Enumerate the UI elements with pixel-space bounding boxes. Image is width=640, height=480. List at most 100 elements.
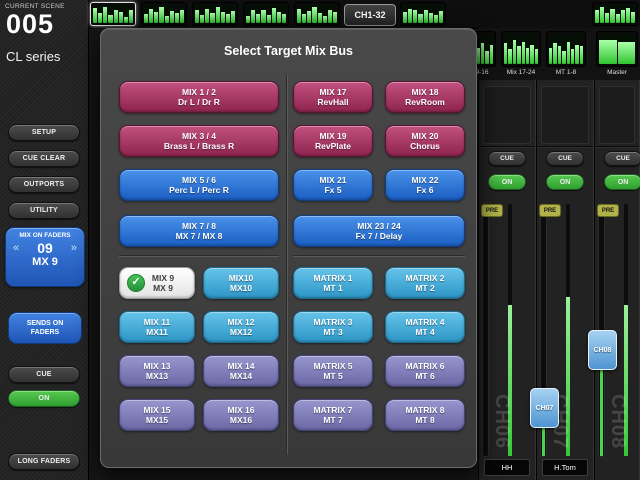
channel-on-button[interactable]: ON (604, 174, 640, 190)
bank-nav-block[interactable]: Mix 17-24 (501, 31, 541, 76)
channel-on-button[interactable]: ON (546, 174, 584, 190)
sends-on-faders-button[interactable]: SENDS ON FADERS (8, 312, 82, 344)
meter-level (477, 48, 480, 65)
mix-prev-arrow-icon[interactable]: « (13, 241, 19, 255)
meter-level (626, 8, 630, 23)
mix-button[interactable]: MIX 11MX11 (119, 311, 195, 343)
mix-button[interactable]: MIX 15MX15 (119, 399, 195, 431)
meter-bar (599, 34, 617, 64)
meter-level (562, 51, 565, 65)
fader-knob[interactable]: CH07 (530, 388, 559, 428)
meter-bar (251, 5, 255, 23)
long-faders-button[interactable]: LONG FADERS (8, 453, 80, 470)
mix-button[interactable]: MIX10MX10 (203, 267, 279, 299)
meter-bar (307, 5, 311, 23)
fader-track[interactable] (483, 204, 488, 456)
bank-nav-block[interactable]: MT 1-8 (546, 31, 586, 76)
input-meter-group[interactable] (243, 2, 289, 26)
outports-button[interactable]: OUTPORTS (8, 176, 80, 193)
meter-bar (277, 5, 281, 23)
mix-button[interactable]: MIX 22Fx 6 (385, 169, 465, 201)
on-button[interactable]: ON (8, 390, 80, 407)
input-meter-group[interactable] (294, 2, 340, 26)
mix-button-name: RevHall (317, 97, 348, 107)
matrix-button[interactable]: MATRIX 1MT 1 (293, 267, 373, 299)
bank-select-button[interactable]: CH1-32 (344, 4, 396, 26)
meter-level (272, 8, 276, 23)
mix-button[interactable]: MIX 12MX12 (203, 311, 279, 343)
mix-pair-button[interactable]: MIX 1 / 2Dr L / Dr R (119, 81, 279, 113)
matrix-button[interactable]: MATRIX 7MT 7 (293, 399, 373, 431)
matrix-button[interactable]: MATRIX 2MT 2 (385, 267, 465, 299)
meter-bar (517, 34, 520, 64)
mix-button[interactable]: MIX 17RevHall (293, 81, 373, 113)
meter-bar (210, 5, 214, 23)
meter-level (413, 10, 417, 23)
matrix-button[interactable]: MATRIX 5MT 5 (293, 355, 373, 387)
meter-bar (562, 34, 565, 64)
pre-toggle[interactable]: PRE (539, 204, 561, 217)
mix-button[interactable]: MIX 20Chorus (385, 125, 465, 157)
channel-on-button[interactable]: ON (488, 174, 526, 190)
setup-button[interactable]: SETUP (8, 124, 80, 141)
input-meter-group[interactable] (90, 2, 136, 26)
meter-bar (504, 34, 507, 64)
matrix-button[interactable]: MATRIX 3MT 3 (293, 311, 373, 343)
mix-button-name: Fx 6 (416, 185, 433, 195)
matrix-button[interactable]: MATRIX 8MT 8 (385, 399, 465, 431)
meter-bar (610, 5, 614, 23)
meter-bar (216, 5, 220, 23)
mix-button[interactable]: MIX 13MX13 (119, 355, 195, 387)
pre-toggle[interactable]: PRE (481, 204, 503, 217)
mix-button-name: Fx 5 (324, 185, 341, 195)
meter-bar (439, 5, 443, 23)
input-meter-group[interactable] (141, 2, 187, 26)
fader-knob[interactable]: CH08 (588, 330, 617, 370)
meter-level (149, 9, 153, 23)
meter-bar (333, 5, 337, 23)
input-meter-group[interactable] (400, 2, 446, 26)
mix-button[interactable]: MIX 14MX14 (203, 355, 279, 387)
meter-level (631, 12, 635, 23)
meter-level (119, 12, 123, 23)
mix-button[interactable]: MIX 18RevRoom (385, 81, 465, 113)
meter-bar (553, 34, 556, 64)
meter-bar (567, 34, 570, 64)
channel-cue-button[interactable]: CUE (546, 151, 584, 166)
mix-button[interactable]: MIX 16MX16 (203, 399, 279, 431)
input-meter-group[interactable] (192, 2, 238, 26)
meter-bar (200, 5, 204, 23)
bank-meter-group (501, 31, 541, 67)
meter-bar (231, 5, 235, 23)
mix-on-faders-panel[interactable]: MIX ON FADERS « 09 » MX 9 (5, 227, 85, 287)
mix-button[interactable]: ✓MIX 9MX 9 (119, 267, 195, 299)
meter-level (231, 11, 235, 23)
mix-button[interactable]: MIX 19RevPlate (293, 125, 373, 157)
meter-bar (221, 5, 225, 23)
meter-bar (605, 5, 609, 23)
mix-pair-button[interactable]: MIX 7 / 8MX 7 / MX 8 (119, 215, 279, 247)
pre-toggle[interactable]: PRE (597, 204, 619, 217)
mix-pair-button[interactable]: MIX 5 / 6Perc L / Perc R (119, 169, 279, 201)
bank-nav-block[interactable]: Master (596, 31, 638, 76)
strip-divider (595, 146, 639, 147)
meter-level (571, 49, 574, 64)
bank-meter-group (546, 31, 586, 67)
cue-button[interactable]: CUE (8, 366, 80, 383)
mix-pair-button[interactable]: MIX 23 / 24Fx 7 / Delay (293, 215, 465, 247)
meter-bar (261, 5, 265, 23)
sidebar: CURRENT SCENE 005 CL series SETUP CUE CL… (0, 0, 89, 480)
mix-pair-button[interactable]: MIX 3 / 4Brass L / Brass R (119, 125, 279, 157)
channel-cue-button[interactable]: CUE (488, 151, 526, 166)
input-meter-group[interactable] (592, 2, 638, 26)
mix-button-label: MIX 13 (144, 361, 171, 371)
mix-button-name: RevPlate (315, 141, 351, 151)
mix-button[interactable]: MIX 21Fx 5 (293, 169, 373, 201)
cue-clear-button[interactable]: CUE CLEAR (8, 150, 80, 167)
matrix-button[interactable]: MATRIX 6MT 6 (385, 355, 465, 387)
channel-cue-button[interactable]: CUE (604, 151, 640, 166)
matrix-button[interactable]: MATRIX 4MT 4 (385, 311, 465, 343)
mix-next-arrow-icon[interactable]: » (71, 241, 77, 255)
utility-button[interactable]: UTILITY (8, 202, 80, 219)
meter-bar (429, 5, 433, 23)
